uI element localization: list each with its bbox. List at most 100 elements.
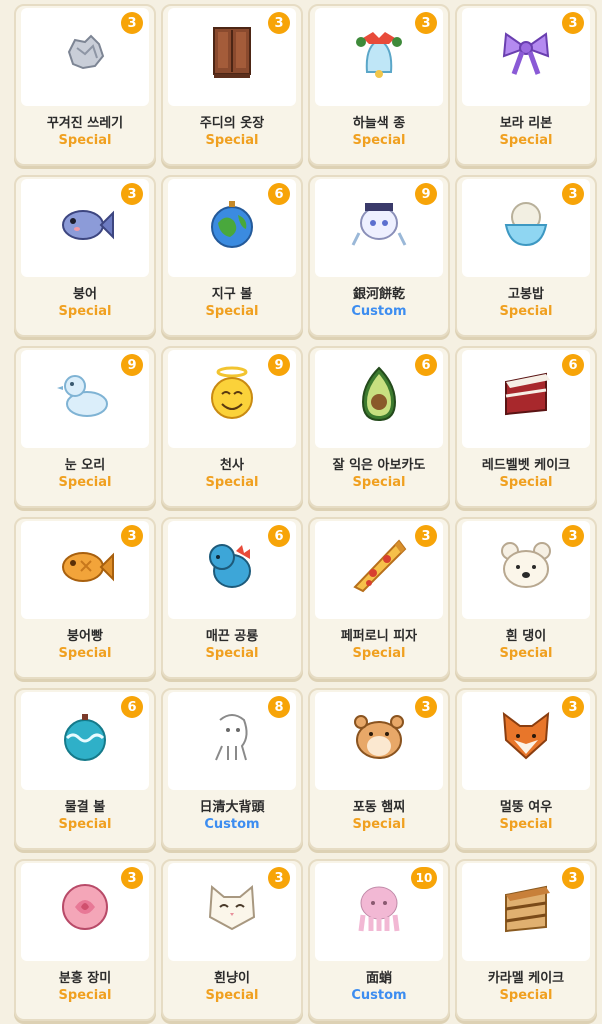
count-badge: 9	[121, 354, 143, 376]
count-badge: 3	[415, 12, 437, 34]
count-badge: 3	[415, 696, 437, 718]
item-image-frame: 3	[21, 179, 149, 277]
octopus-icon	[349, 877, 409, 937]
sketch-character-icon	[202, 706, 262, 766]
item-card[interactable]: 3 흰 댕이 Special	[455, 517, 597, 679]
item-card[interactable]: 3 보라 리본 Special	[455, 4, 597, 166]
item-name: 面蛸	[365, 971, 392, 986]
count-badge: 3	[562, 525, 584, 547]
fish-icon	[55, 193, 115, 253]
item-tag: Special	[58, 817, 112, 832]
item-tag: Special	[499, 988, 553, 1003]
angel-emoji-icon	[202, 364, 262, 424]
item-card[interactable]: 6 물결 볼 Special	[14, 688, 156, 850]
item-name: 분홍 장미	[58, 971, 112, 986]
item-image-frame: 3	[462, 179, 590, 277]
item-image-frame: 3	[168, 8, 296, 106]
item-tag: Custom	[204, 817, 260, 832]
item-name: 日清大背頭	[199, 800, 265, 815]
item-card[interactable]: 9 천사 Special	[161, 346, 303, 508]
item-image-frame: 8	[168, 692, 296, 790]
count-badge: 6	[562, 354, 584, 376]
item-image-frame: 3	[21, 8, 149, 106]
count-badge: 6	[121, 696, 143, 718]
item-tag: Special	[499, 133, 553, 148]
count-badge: 9	[268, 354, 290, 376]
item-image-frame: 3	[462, 863, 590, 961]
item-name: 잘 익은 아보카도	[332, 458, 426, 473]
bell-icon	[349, 22, 409, 82]
item-name: 꾸겨진 쓰레기	[46, 116, 124, 131]
item-card[interactable]: 6 레드벨벳 케이크 Special	[455, 346, 597, 508]
item-tag: Special	[58, 646, 112, 661]
item-tag: Special	[352, 646, 406, 661]
fox-icon	[496, 706, 556, 766]
white-dog-icon	[496, 535, 556, 595]
item-image-frame: 6	[168, 521, 296, 619]
item-card[interactable]: 10 面蛸 Custom	[308, 859, 450, 1021]
item-tag: Custom	[351, 304, 407, 319]
item-image-frame: 10	[315, 863, 443, 961]
item-image-frame: 9	[21, 350, 149, 448]
item-image-frame: 3	[315, 8, 443, 106]
item-card[interactable]: 3 페퍼로니 피자 Special	[308, 517, 450, 679]
item-tag: Special	[58, 304, 112, 319]
item-tag: Custom	[351, 988, 407, 1003]
item-card[interactable]: 3 하늘색 종 Special	[308, 4, 450, 166]
item-tag: Special	[499, 304, 553, 319]
item-tag: Special	[352, 133, 406, 148]
count-badge: 3	[562, 867, 584, 889]
count-badge: 3	[268, 867, 290, 889]
item-image-frame: 3	[21, 863, 149, 961]
item-card[interactable]: 6 매끈 공룡 Special	[161, 517, 303, 679]
count-badge: 3	[121, 867, 143, 889]
item-card[interactable]: 3 고봉밥 Special	[455, 175, 597, 337]
item-tag: Special	[499, 646, 553, 661]
count-badge: 6	[415, 354, 437, 376]
count-badge: 3	[415, 525, 437, 547]
item-image-frame: 3	[21, 521, 149, 619]
item-image-frame: 6	[315, 350, 443, 448]
item-tag: Special	[352, 475, 406, 490]
item-card[interactable]: 3 포동 햄찌 Special	[308, 688, 450, 850]
item-card[interactable]: 6 지구 볼 Special	[161, 175, 303, 337]
count-badge: 10	[411, 867, 437, 889]
item-name: 고봉밥	[508, 287, 544, 302]
anime-character-icon	[349, 193, 409, 253]
item-name: 눈 오리	[64, 458, 106, 473]
item-grid: 3 꾸겨진 쓰레기 Special 3 주디의 옷장 Special 3 하늘색 종 Speci…	[14, 4, 597, 1021]
item-card[interactable]: 3 멀뚱 여우 Special	[455, 688, 597, 850]
item-tag: Special	[58, 475, 112, 490]
item-card[interactable]: 9 눈 오리 Special	[14, 346, 156, 508]
item-tag: Special	[205, 475, 259, 490]
item-card[interactable]: 3 꾸겨진 쓰레기 Special	[14, 4, 156, 166]
item-image-frame: 6	[21, 692, 149, 790]
item-card[interactable]: 3 붕어빵 Special	[14, 517, 156, 679]
item-tag: Special	[205, 988, 259, 1003]
item-card[interactable]: 3 카라멜 케이크 Special	[455, 859, 597, 1021]
count-badge: 3	[121, 525, 143, 547]
item-card[interactable]: 6 잘 익은 아보카도 Special	[308, 346, 450, 508]
count-badge: 3	[121, 12, 143, 34]
item-name: 천사	[220, 458, 244, 473]
item-name: 물결 볼	[64, 800, 106, 815]
item-image-frame: 3	[168, 863, 296, 961]
count-badge: 3	[562, 183, 584, 205]
item-card[interactable]: 9 銀河餅乾 Custom	[308, 175, 450, 337]
item-image-frame: 3	[462, 8, 590, 106]
item-name: 포동 햄찌	[352, 800, 406, 815]
item-card[interactable]: 3 주디의 옷장 Special	[161, 4, 303, 166]
item-image-frame: 3	[315, 692, 443, 790]
item-name: 하늘색 종	[352, 116, 406, 131]
item-card[interactable]: 3 분홍 장미 Special	[14, 859, 156, 1021]
item-image-frame: 3	[315, 521, 443, 619]
item-card[interactable]: 8 日清大背頭 Custom	[161, 688, 303, 850]
item-name: 붕어빵	[67, 629, 103, 644]
item-tag: Special	[58, 988, 112, 1003]
item-name: 주디의 옷장	[199, 116, 265, 131]
item-card[interactable]: 3 흰냥이 Special	[161, 859, 303, 1021]
count-badge: 3	[268, 12, 290, 34]
item-name: 페퍼로니 피자	[340, 629, 418, 644]
count-badge: 9	[415, 183, 437, 205]
item-card[interactable]: 3 붕어 Special	[14, 175, 156, 337]
